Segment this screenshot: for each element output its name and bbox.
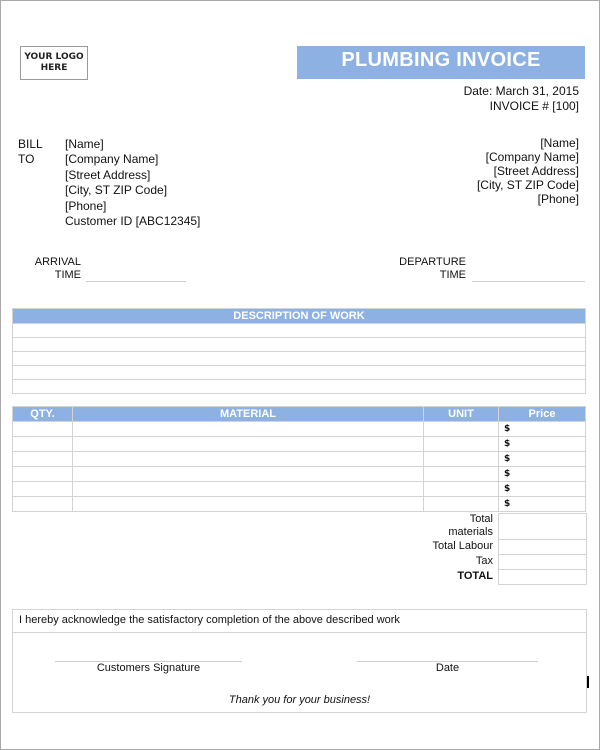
qty-cell[interactable] (12, 451, 73, 467)
company-street[interactable]: [Street Address] (477, 164, 579, 178)
total-materials-line-2: materials (448, 526, 493, 538)
qty-cell[interactable] (12, 466, 73, 482)
total-labour-label: Total Labour (432, 540, 493, 552)
total-materials-field[interactable] (498, 513, 587, 540)
table-row: $ (12, 466, 586, 482)
departure-time-field[interactable] (472, 281, 585, 282)
grand-total-field[interactable] (498, 569, 587, 585)
unit-cell[interactable] (423, 436, 499, 452)
material-cell[interactable] (72, 496, 424, 512)
qty-cell[interactable] (12, 496, 73, 512)
arrival-time-field[interactable] (86, 281, 186, 282)
price-cell[interactable]: $ (498, 421, 586, 437)
date-label: Date (435, 662, 460, 674)
bill-customer-id[interactable]: Customer ID [ABC12345] (65, 214, 200, 229)
description-header: DESCRIPTION OF WORK (12, 308, 586, 324)
price-cell[interactable]: $ (498, 496, 586, 512)
description-row[interactable] (12, 351, 586, 366)
acknowledgement-box: I hereby acknowledge the satisfactory co… (12, 609, 587, 713)
currency-symbol: $ (504, 439, 511, 449)
grand-total-label: TOTAL (457, 570, 493, 582)
material-cell[interactable] (72, 466, 424, 482)
unit-cell[interactable] (423, 466, 499, 482)
bill-city[interactable]: [City, ST ZIP Code] (65, 183, 200, 198)
departure-label-line-1: DEPARTURE (399, 256, 466, 268)
materials-table: QTY. MATERIAL UNIT Price $ $ $ $ $ $ (12, 406, 586, 512)
invoice-number[interactable]: INVOICE # [100] (490, 99, 579, 113)
bill-label-line-1: BILL (18, 137, 43, 151)
unit-cell[interactable] (423, 421, 499, 437)
material-cell[interactable] (72, 481, 424, 497)
departure-time-label: DEPARTURE TIME (381, 256, 466, 282)
material-cell[interactable] (72, 436, 424, 452)
price-cell[interactable]: $ (498, 481, 586, 497)
material-cell[interactable] (72, 421, 424, 437)
bill-phone[interactable]: [Phone] (65, 199, 200, 214)
thank-you-message: Thank you for your business! (228, 694, 371, 706)
unit-header: UNIT (423, 406, 499, 422)
departure-label-line-2: TIME (439, 269, 466, 281)
arrival-time-label: ARRIVAL TIME (21, 256, 81, 282)
logo-line-1: YOUR LOGO (24, 52, 84, 62)
price-header: Price (498, 406, 586, 422)
arrival-label-line-1: ARRIVAL (34, 256, 81, 268)
logo-line-2: HERE (40, 63, 68, 73)
description-row[interactable] (12, 323, 586, 338)
company-phone[interactable]: [Phone] (477, 192, 579, 206)
description-row[interactable] (12, 365, 586, 380)
price-cell[interactable]: $ (498, 451, 586, 467)
description-row[interactable] (12, 337, 586, 352)
invoice-date[interactable]: Date: March 31, 2015 (464, 84, 579, 98)
total-materials-label: Total materials (381, 513, 493, 539)
currency-symbol: $ (504, 469, 511, 479)
tax-label: Tax (475, 555, 493, 567)
qty-cell[interactable] (12, 436, 73, 452)
arrival-label-line-2: TIME (54, 269, 81, 281)
tax-field[interactable] (498, 554, 587, 570)
material-cell[interactable] (72, 451, 424, 467)
company-city[interactable]: [City, ST ZIP Code] (477, 178, 579, 192)
qty-cell[interactable] (12, 421, 73, 437)
bill-to-address: [Name] [Company Name] [Street Address] [… (65, 137, 200, 229)
total-labour-field[interactable] (498, 539, 587, 555)
logo-placeholder: YOUR LOGO HERE (20, 46, 88, 80)
qty-header: QTY. (12, 406, 73, 422)
currency-symbol: $ (504, 484, 511, 494)
price-cell[interactable]: $ (498, 466, 586, 482)
currency-symbol: $ (504, 424, 511, 434)
acknowledgement-divider (13, 632, 586, 633)
description-table: DESCRIPTION OF WORK (12, 308, 586, 394)
table-row: $ (12, 436, 586, 452)
unit-cell[interactable] (423, 496, 499, 512)
signature-label: Customers Signature (96, 662, 201, 674)
table-row: $ (12, 421, 586, 437)
invoice-title: PLUMBING INVOICE (297, 46, 585, 79)
table-row: $ (12, 451, 586, 467)
bill-company[interactable]: [Company Name] (65, 152, 200, 167)
description-row[interactable] (12, 379, 586, 394)
bill-to-label: BILL TO (18, 137, 43, 167)
total-materials-line-1: Total (469, 513, 493, 525)
bill-name[interactable]: [Name] (65, 137, 200, 152)
currency-symbol: $ (504, 454, 511, 464)
table-row: $ (12, 481, 586, 497)
acknowledgement-text: I hereby acknowledge the satisfactory co… (19, 614, 400, 626)
table-row: $ (12, 496, 586, 512)
text-cursor-icon (587, 676, 589, 688)
unit-cell[interactable] (423, 451, 499, 467)
material-header: MATERIAL (72, 406, 424, 422)
invoice-page: YOUR LOGO HERE PLUMBING INVOICE Date: Ma… (0, 0, 600, 750)
bill-street[interactable]: [Street Address] (65, 168, 200, 183)
company-address: [Name] [Company Name] [Street Address] [… (477, 136, 579, 206)
unit-cell[interactable] (423, 481, 499, 497)
company-name[interactable]: [Name] (477, 136, 579, 150)
qty-cell[interactable] (12, 481, 73, 497)
company-company[interactable]: [Company Name] (477, 150, 579, 164)
currency-symbol: $ (504, 499, 511, 509)
bill-label-line-2: TO (18, 152, 35, 166)
price-cell[interactable]: $ (498, 436, 586, 452)
